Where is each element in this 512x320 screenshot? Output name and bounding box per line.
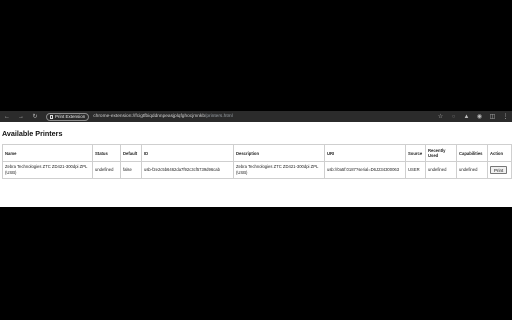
document-icon [50, 114, 53, 119]
printer-uri: usb://0a5f:0187?serial=D6J234300063 [324, 161, 406, 179]
column-header: Recently Used [425, 144, 457, 162]
url-path: /printers.html [205, 114, 233, 119]
page-content: Available Printers Name Status Default I… [0, 122, 512, 207]
column-header: Default [120, 144, 142, 162]
toolbar-right-icons: ☆ ○ ▲ ◉ ◫ ⋮ [434, 113, 512, 121]
column-header: Status [92, 144, 121, 162]
address-bar[interactable]: chrome-extension://fcigtfbiqddnnpeasjplq… [93, 114, 232, 119]
browser-toolbar: ← → ↻ Print Extension chrome-extension:/… [0, 111, 512, 122]
column-header: ID [141, 144, 234, 162]
profile-icon[interactable]: ◉ [473, 113, 486, 120]
column-header: Name [2, 144, 93, 162]
column-header: Source [405, 144, 426, 162]
table-header-row: Name Status Default ID Description URI S… [2, 144, 512, 162]
back-icon[interactable]: ← [0, 114, 14, 120]
extension-chip-label: Print Extension [55, 114, 86, 119]
printer-name: Zebra Technologies ZTC ZD421-300dpi ZPL … [2, 161, 93, 179]
print-button[interactable]: Print [490, 166, 508, 174]
column-header: URI [324, 144, 406, 162]
printers-table: Name Status Default ID Description URI S… [2, 144, 512, 179]
reload-icon[interactable]: ↻ [28, 113, 42, 120]
forward-icon[interactable]: → [14, 114, 28, 120]
printer-default: false [120, 161, 142, 179]
nav-buttons: ← → ↻ [0, 113, 42, 121]
url-host: fcigtfbiqddnnpeasjplqfghocjmnkb [135, 114, 205, 119]
printer-id: usb-f2e2c5b6462da7f92c3cf5739d96cab [141, 161, 234, 179]
extension-chip[interactable]: Print Extension [46, 112, 90, 121]
puzzle-icon[interactable]: ▲ [460, 114, 473, 120]
column-header: Action [487, 144, 512, 162]
printer-recently-used: undefined [425, 161, 457, 179]
printer-source: USER [405, 161, 426, 179]
sidepanel-icon[interactable]: ◫ [486, 113, 499, 120]
printer-status: undefined [92, 161, 121, 179]
printer-capabilities: undefined [456, 161, 488, 179]
star-icon[interactable]: ☆ [434, 113, 447, 120]
column-header: Description [233, 144, 325, 162]
extension-icon[interactable]: ○ [447, 114, 460, 120]
menu-icon[interactable]: ⋮ [499, 113, 512, 120]
printer-description: Zebra Technologies ZTC ZD421-300dpi ZPL … [233, 161, 325, 179]
action-cell: Print [487, 161, 512, 179]
url-scheme: chrome-extension:// [93, 114, 136, 119]
table-row: Zebra Technologies ZTC ZD421-300dpi ZPL … [2, 161, 512, 179]
page-title: Available Printers [2, 129, 63, 138]
column-header: Capabilities [456, 144, 488, 162]
